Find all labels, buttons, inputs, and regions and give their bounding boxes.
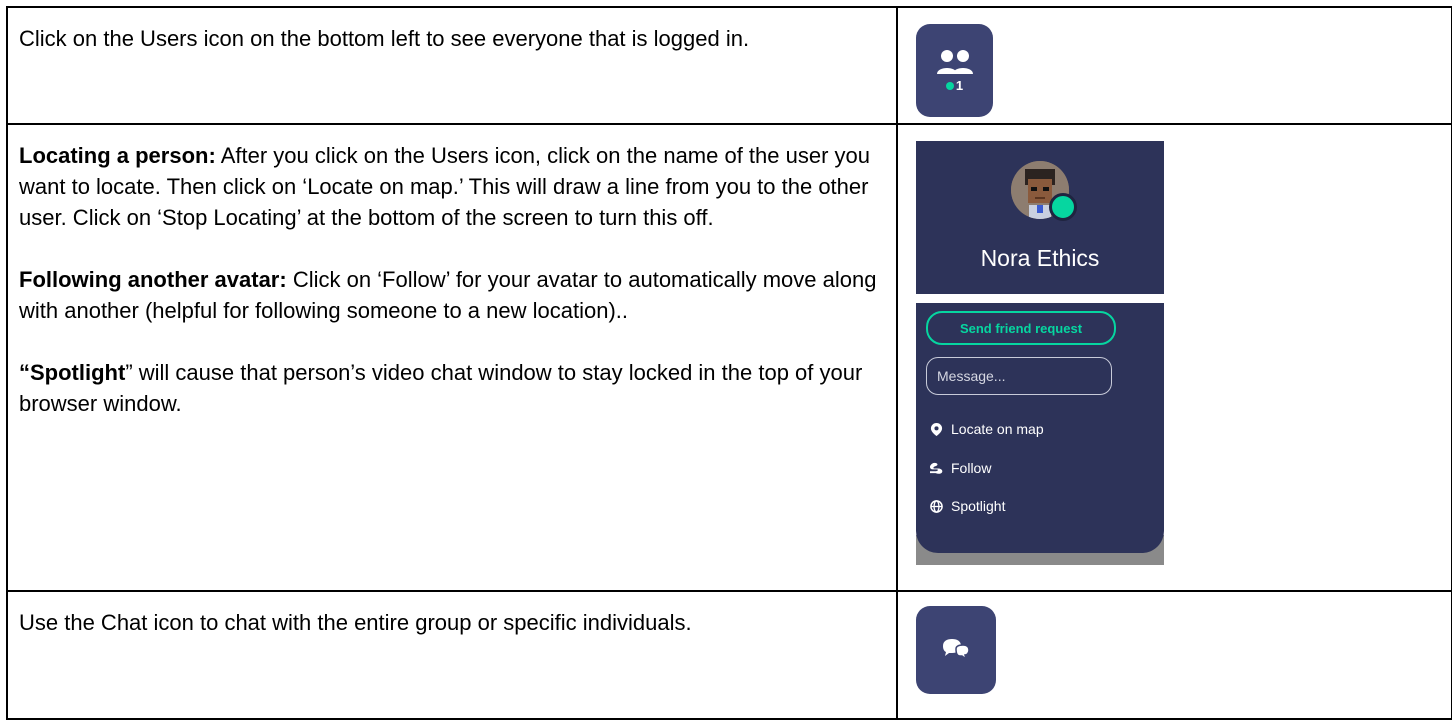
spotlight-paragraph: “Spotlight” will cause that person’s vid… xyxy=(19,360,863,416)
message-input[interactable] xyxy=(926,357,1112,395)
users-icon xyxy=(936,50,973,74)
row1-text-cell: Click on the Users icon on the bottom le… xyxy=(6,6,898,125)
row3-text-cell: Use the Chat icon to chat with the entir… xyxy=(6,590,898,720)
row3-paragraph: Use the Chat icon to chat with the entir… xyxy=(19,610,692,635)
spotlight-item[interactable]: Spotlight xyxy=(930,498,1005,514)
profile-name: Nora Ethics xyxy=(980,245,1100,271)
row3-image-cell xyxy=(896,590,1452,720)
online-dot xyxy=(945,81,954,90)
row1-paragraph: Click on the Users icon on the bottom le… xyxy=(19,26,750,51)
row1-image-cell: 1 xyxy=(896,6,1452,125)
locate-on-map-label: Locate on map xyxy=(951,421,1044,437)
chat-icon xyxy=(943,639,970,661)
users-button[interactable]: 1 xyxy=(916,24,993,117)
send-friend-request-button[interactable]: Send friend request xyxy=(926,311,1116,345)
locating-paragraph: Locating a person: After you click on th… xyxy=(19,143,871,230)
instructions-table: Click on the Users icon on the bottom le… xyxy=(6,6,1452,720)
online-status-badge xyxy=(1049,193,1077,221)
globe-icon xyxy=(930,499,943,513)
spotlight-label: Spotlight xyxy=(951,498,1006,514)
map-pin-icon xyxy=(930,422,943,436)
follow-item[interactable]: Follow xyxy=(930,460,991,476)
online-count: 1 xyxy=(945,78,964,93)
profile-menu: Send friend request Locate on map Follow… xyxy=(916,303,1164,553)
avatar[interactable] xyxy=(1011,161,1077,221)
profile-header: Nora Ethics xyxy=(916,141,1164,294)
online-count-number: 1 xyxy=(955,78,964,93)
following-paragraph: Following another avatar: Click on ‘Foll… xyxy=(19,267,877,323)
row2-text-cell: Locating a person: After you click on th… xyxy=(6,123,898,592)
follow-label: Follow xyxy=(951,460,992,476)
row2-image-cell: Nora Ethics Send friend request Locate o… xyxy=(896,123,1452,592)
locate-on-map-item[interactable]: Locate on map xyxy=(930,421,1044,437)
follow-icon xyxy=(930,462,943,474)
chat-button[interactable] xyxy=(916,606,996,694)
